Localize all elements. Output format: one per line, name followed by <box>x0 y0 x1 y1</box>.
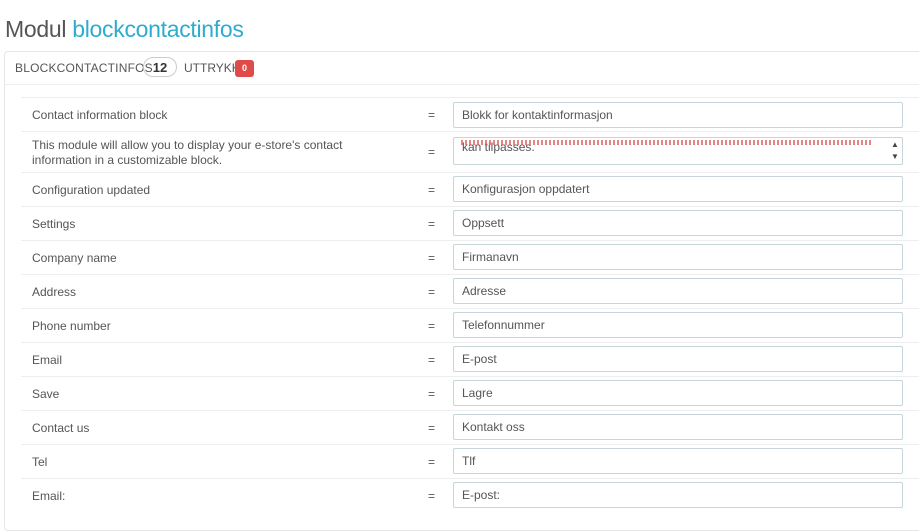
source-text: Phone number <box>32 319 111 333</box>
table-row: Phone number = <box>21 308 919 342</box>
table-row: Configuration updated = <box>21 172 919 206</box>
table-row: Company name = <box>21 240 919 274</box>
table-row: Address = <box>21 274 919 308</box>
translation-textarea-wrapper: kan tilpasses. ▲ ▼ <box>453 137 903 165</box>
table-row: Save = <box>21 376 919 410</box>
module-name: blockcontactinfos <box>72 16 244 42</box>
source-text: Settings <box>32 217 76 231</box>
source-text: Tel <box>32 455 48 469</box>
translation-input[interactable] <box>453 244 903 270</box>
source-text: Contact us <box>32 421 90 435</box>
scroll-up-arrow-icon[interactable]: ▲ <box>889 139 901 151</box>
equals-sign: = <box>428 217 436 231</box>
translation-input[interactable] <box>453 312 903 338</box>
table-row: This module will allow you to display yo… <box>21 131 919 172</box>
panel-heading-title: BLOCKCONTACTINFOS <box>15 61 153 75</box>
scroll-down-arrow-icon[interactable]: ▼ <box>889 151 901 163</box>
table-row: Settings = <box>21 206 919 240</box>
equals-sign: = <box>428 455 436 469</box>
page-title-prefix: Modul <box>5 16 67 42</box>
translation-input[interactable] <box>453 414 903 440</box>
translation-input[interactable] <box>453 102 903 128</box>
equals-sign: = <box>428 387 436 401</box>
equals-sign: = <box>428 421 436 435</box>
source-text: Company name <box>32 251 117 265</box>
table-row: Tel = <box>21 444 919 478</box>
source-text: Contact information block <box>32 108 168 122</box>
expression-count-badge: 12 <box>143 57 177 77</box>
translation-input[interactable] <box>453 380 903 406</box>
equals-sign: = <box>428 489 436 503</box>
source-text: Save <box>32 387 60 401</box>
missing-count-badge: 0 <box>235 60 254 77</box>
page-title: Modul blockcontactinfos <box>5 14 244 44</box>
equals-sign: = <box>428 319 436 333</box>
source-text: Address <box>32 285 77 299</box>
translation-input[interactable] <box>453 176 903 202</box>
equals-sign: = <box>428 183 436 197</box>
table-row: Contact us = <box>21 410 919 444</box>
equals-sign: = <box>428 285 436 299</box>
translation-input[interactable] <box>453 278 903 304</box>
equals-sign: = <box>428 251 436 265</box>
source-text: Email <box>32 353 63 367</box>
translation-input[interactable] <box>453 210 903 236</box>
equals-sign: = <box>428 353 436 367</box>
table-row: Email: = <box>21 478 919 512</box>
translation-input[interactable] <box>453 346 903 372</box>
translation-input[interactable] <box>453 482 903 508</box>
equals-sign: = <box>428 145 436 159</box>
equals-sign: = <box>428 108 436 122</box>
translation-input[interactable] <box>453 448 903 474</box>
source-text: This module will allow you to display yo… <box>32 138 343 167</box>
table-row: Email = <box>21 342 919 376</box>
source-text: Email: <box>32 489 66 503</box>
expressions-label: UTTRYKK <box>184 61 240 75</box>
spellcheck-underline <box>461 140 871 145</box>
source-text: Configuration updated <box>32 183 151 197</box>
panel-heading: BLOCKCONTACTINFOS 12 UTTRYKK 0 <box>5 52 919 85</box>
table-row: Contact information block = <box>21 97 919 131</box>
